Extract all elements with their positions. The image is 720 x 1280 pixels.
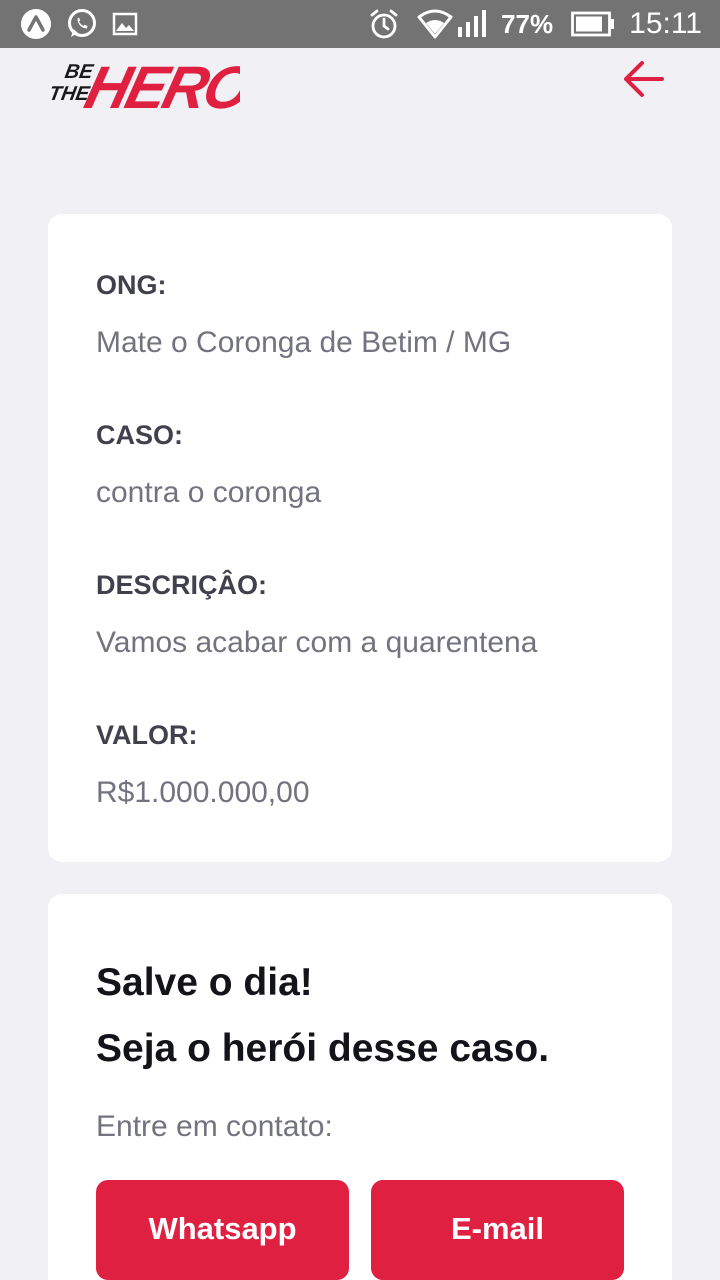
- be-the-hero-logo: BE THE HERO: [46, 44, 259, 121]
- wifi-icon: [417, 9, 453, 39]
- email-button-label: E-mail: [450, 1211, 545, 1246]
- whatsapp-button-label: Whatsapp: [148, 1211, 297, 1246]
- status-time: 15:11: [629, 7, 702, 40]
- ong-label: ONG:: [96, 270, 167, 300]
- ong-value: Mate o Coronga de Betim / MG: [96, 326, 512, 359]
- description-label: DESCRIÇÂO:: [96, 570, 268, 600]
- contact-title-line-1: Salve o dia!: [96, 961, 313, 1004]
- battery-percent: 77%: [501, 8, 554, 39]
- email-button[interactable]: E-mail: [371, 1180, 624, 1280]
- case-label: CASO:: [96, 420, 183, 450]
- value-label: VALOR:: [96, 720, 198, 750]
- back-button[interactable]: [618, 56, 668, 102]
- svg-text:HERO: HERO: [79, 54, 240, 120]
- arrow-left-icon: [622, 60, 664, 98]
- contact-description: Entre em contato:: [96, 1110, 333, 1143]
- case-value: contra o coronga: [96, 476, 322, 509]
- signal-icon: [457, 9, 487, 39]
- description-value: Vamos acabar com a quarentena: [96, 626, 538, 659]
- status-bar-system: 77% 15:11: [369, 6, 702, 42]
- whatsapp-icon: [66, 8, 98, 40]
- image-icon: [112, 11, 138, 37]
- app-a-icon: [20, 8, 52, 40]
- status-bar-notifications: [20, 8, 138, 40]
- battery-icon: [571, 11, 615, 37]
- alarm-icon: [369, 8, 399, 40]
- contact-card: Salve o dia! Seja o herói desse caso. En…: [48, 894, 672, 1280]
- contact-title-line-2: Seja o herói desse caso.: [96, 1027, 550, 1070]
- value-amount: R$1.000.000,00: [96, 776, 310, 809]
- status-bar: 77% 15:11: [0, 0, 720, 48]
- incident-card: ONG: Mate o Coronga de Betim / MG CASO: …: [48, 214, 672, 862]
- whatsapp-button[interactable]: Whatsapp: [96, 1180, 349, 1280]
- contact-title: Salve o dia! Seja o herói desse caso.: [96, 950, 549, 1082]
